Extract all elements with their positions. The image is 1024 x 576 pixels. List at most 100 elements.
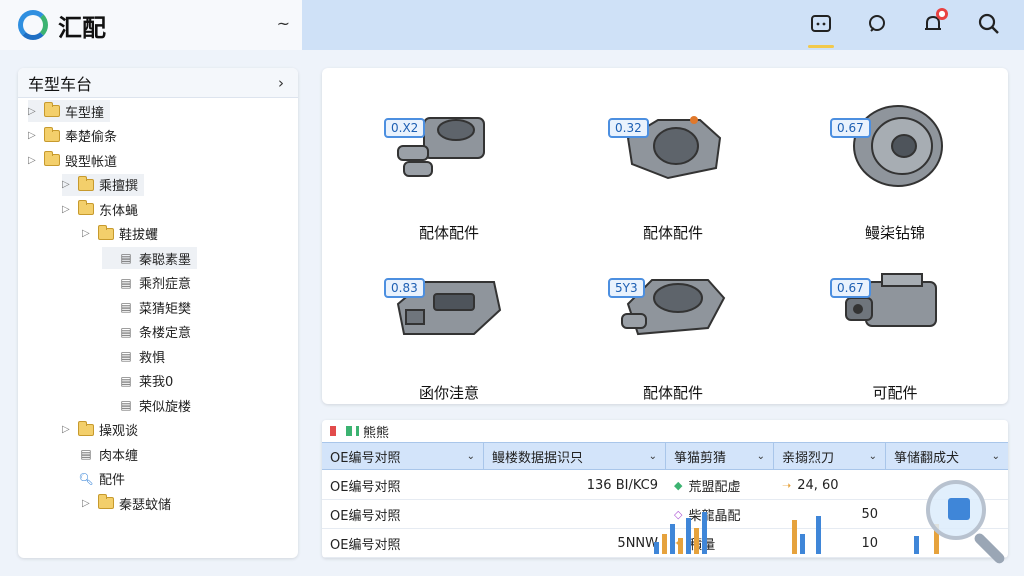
tree-item[interactable]: ▤ 秦聪素墨 — [102, 247, 198, 269]
column-header-chart[interactable]: 箏储翻成犬 ⌄ — [886, 443, 1008, 470]
column-header-status[interactable]: 箏猫剪猜 ⌄ — [666, 443, 774, 470]
tree-item[interactable]: ▤ 肉本缠 — [62, 443, 138, 465]
sidebar-header[interactable]: 车型车台 › — [18, 68, 298, 98]
confidence-badge: 5Y3 — [608, 278, 645, 298]
expand-toggle-icon[interactable]: ▷ — [28, 130, 40, 141]
tree-item[interactable]: 🔍︎ 配件 — [62, 468, 125, 490]
part-icon: ▤ — [120, 300, 132, 314]
tree-item[interactable]: ▤ 乘剂症意 — [102, 272, 191, 294]
chevron-down-icon: ⌄ — [991, 451, 1000, 462]
tree-item[interactable]: ▷ 奉楚偷条 — [28, 125, 117, 147]
mini-bar — [702, 512, 707, 554]
mini-bar — [654, 542, 659, 554]
cell-status: ◇ 柴龍晶配 — [674, 508, 741, 524]
part-card[interactable]: 0.X2 配体配件 — [354, 88, 544, 242]
parts-grid: 0.X2 配体配件 0.32 配体配件 0.67 鳗柒钻锦 0.83 函你洼意 5Y3 配体配件 0… — [322, 68, 1008, 404]
message-icon[interactable] — [806, 8, 836, 48]
column-header-data[interactable]: 鳗楼数据据识只 ⌄ — [484, 443, 666, 470]
chevron-down-icon: ⌄ — [868, 451, 877, 462]
expand-toggle-icon[interactable]: ▷ — [28, 155, 40, 166]
tree-item[interactable]: ▷ 车型撞 — [28, 100, 111, 122]
tree-item[interactable]: ▤ 莱我0 — [102, 370, 173, 392]
tree-item[interactable]: ▷ 鞋拔蠼 — [82, 223, 158, 245]
part-card[interactable]: 0.32 配体配件 — [578, 88, 768, 242]
part-image — [621, 279, 726, 336]
part-image — [845, 273, 937, 327]
logo-icon — [18, 10, 48, 40]
table-row[interactable]: OE编号对照 136 BI/KC9 ◆ 荒盟配虚 ➝ 24, 60 — [322, 471, 1008, 500]
tree-item-label: 鞋拔蠼 — [119, 228, 159, 243]
tree-item[interactable]: ▷ 秦瑟蚊储 — [82, 492, 171, 514]
tree-item[interactable]: ▷ 东体蝇 — [62, 198, 138, 220]
expand-toggle-icon[interactable]: ▷ — [82, 498, 94, 509]
expand-toggle-icon[interactable]: ▷ — [62, 424, 74, 435]
part-card[interactable]: 0.83 函你洼意 — [354, 248, 544, 402]
tree-item[interactable]: ▤ 菜猜矩樊 — [102, 296, 191, 318]
part-label: 配体配件 — [418, 224, 479, 242]
table-row[interactable]: OE编号对照 ◇ 柴龍晶配 50 — [322, 500, 1008, 529]
bell-icon[interactable]: ● — [918, 8, 948, 40]
tree-item-label: 毁型帐道 — [65, 154, 118, 170]
part-card[interactable]: 5Y3 配体配件 — [578, 248, 768, 402]
tree-item-label: 莱我0 — [139, 375, 174, 390]
part-image — [396, 281, 502, 335]
table-header: OE编号对照 ⌄ 鳗楼数据据识只 ⌄ 箏猫剪猜 ⌄ 亲搦烈刀 ⌄ 箏储翻成犬 ⌄ — [322, 442, 1008, 470]
cell-oe: OE编号对照 — [330, 538, 401, 553]
mini-bar — [694, 528, 699, 554]
column-header-oe[interactable]: OE编号对照 ⌄ — [322, 443, 484, 470]
confidence-badge: 0.67 — [830, 118, 871, 138]
part-icon: ▤ — [120, 324, 132, 339]
expand-toggle-icon[interactable]: ▷ — [82, 228, 94, 239]
part-label: 配体配件 — [642, 224, 703, 242]
tree-item-label: 条楼定意 — [139, 326, 192, 341]
chevron-right-icon[interactable]: › — [278, 74, 284, 92]
part-icon: ▤ — [120, 398, 132, 412]
mini-bar — [670, 524, 675, 554]
legend-green-icon — [346, 426, 352, 436]
tree-item[interactable]: ▷ 操观谈 — [62, 419, 138, 441]
mini-bar — [678, 538, 683, 554]
notification-badge: ● — [936, 8, 948, 20]
mini-bar — [792, 520, 797, 554]
part-image — [853, 105, 943, 187]
part-card[interactable]: 0.67 鳗柒钻锦 — [800, 88, 990, 242]
part-icon: ▤ — [120, 349, 132, 363]
arrow-right-icon: ➝ — [782, 479, 792, 492]
tree-item[interactable]: ▤ 条楼定意 — [102, 321, 191, 343]
expand-toggle-icon[interactable]: ▷ — [62, 204, 74, 215]
part-label: 函你洼意 — [418, 384, 479, 402]
column-header-value[interactable]: 亲搦烈刀 ⌄ — [774, 443, 886, 470]
tree-item-label: 配件 — [99, 473, 126, 488]
expand-toggle-icon[interactable]: ▷ — [28, 106, 40, 117]
tree-item-label: 奉楚偷条 — [65, 130, 118, 145]
tree-item-label: 乘擅撰 — [99, 179, 139, 194]
mini-bar — [686, 518, 691, 554]
tree-item[interactable]: ▷ 乘擅撰 — [62, 173, 145, 196]
vehicle-tree: ▷ 车型撞 ▷ 奉楚偷条 ▷ 毁型帐道 ▷ 乘擅撰 ▷ 东体蝇 ▷ 鞋拔蠼 ▤ 秦聪素墨 ▤ 乘剂症意 ▤ 菜猜矩… — [18, 98, 298, 513]
top-bar: 汇配 ~ ● — [0, 0, 1024, 50]
tree-item[interactable]: ▷ 毁型帐道 — [28, 149, 117, 171]
part-label: 鳗柒钻锦 — [864, 224, 925, 242]
mini-bar — [816, 516, 821, 554]
search-icon[interactable] — [974, 8, 1004, 40]
tree-item[interactable]: ▤ 荣似旋楼 — [102, 394, 191, 416]
collapse-button[interactable]: ~ — [277, 14, 290, 33]
tree-item[interactable]: ▤ 救惧 — [102, 345, 165, 367]
tree-item-label: 救惧 — [139, 350, 166, 366]
cell-value: ➝ 24, 60 — [782, 478, 839, 493]
tree-item-label: 车型撞 — [65, 105, 105, 121]
magnifier-icon — [926, 480, 986, 540]
part-card[interactable]: 0.67 可配件 — [800, 248, 990, 402]
folder-icon — [44, 126, 60, 142]
folder-icon — [78, 200, 94, 215]
folder-icon — [78, 175, 94, 191]
part-label: 可配件 — [872, 384, 918, 402]
status-icon: ◆ — [674, 479, 683, 492]
status-icon: ◇ — [674, 508, 683, 521]
part-label: 配体配件 — [642, 384, 703, 402]
chevron-down-icon: ⌄ — [648, 451, 657, 462]
support-icon[interactable] — [862, 8, 892, 40]
tree-item-label: 秦瑟蚊储 — [119, 497, 172, 513]
expand-toggle-icon[interactable]: ▷ — [62, 179, 74, 190]
folder-icon — [98, 494, 114, 509]
